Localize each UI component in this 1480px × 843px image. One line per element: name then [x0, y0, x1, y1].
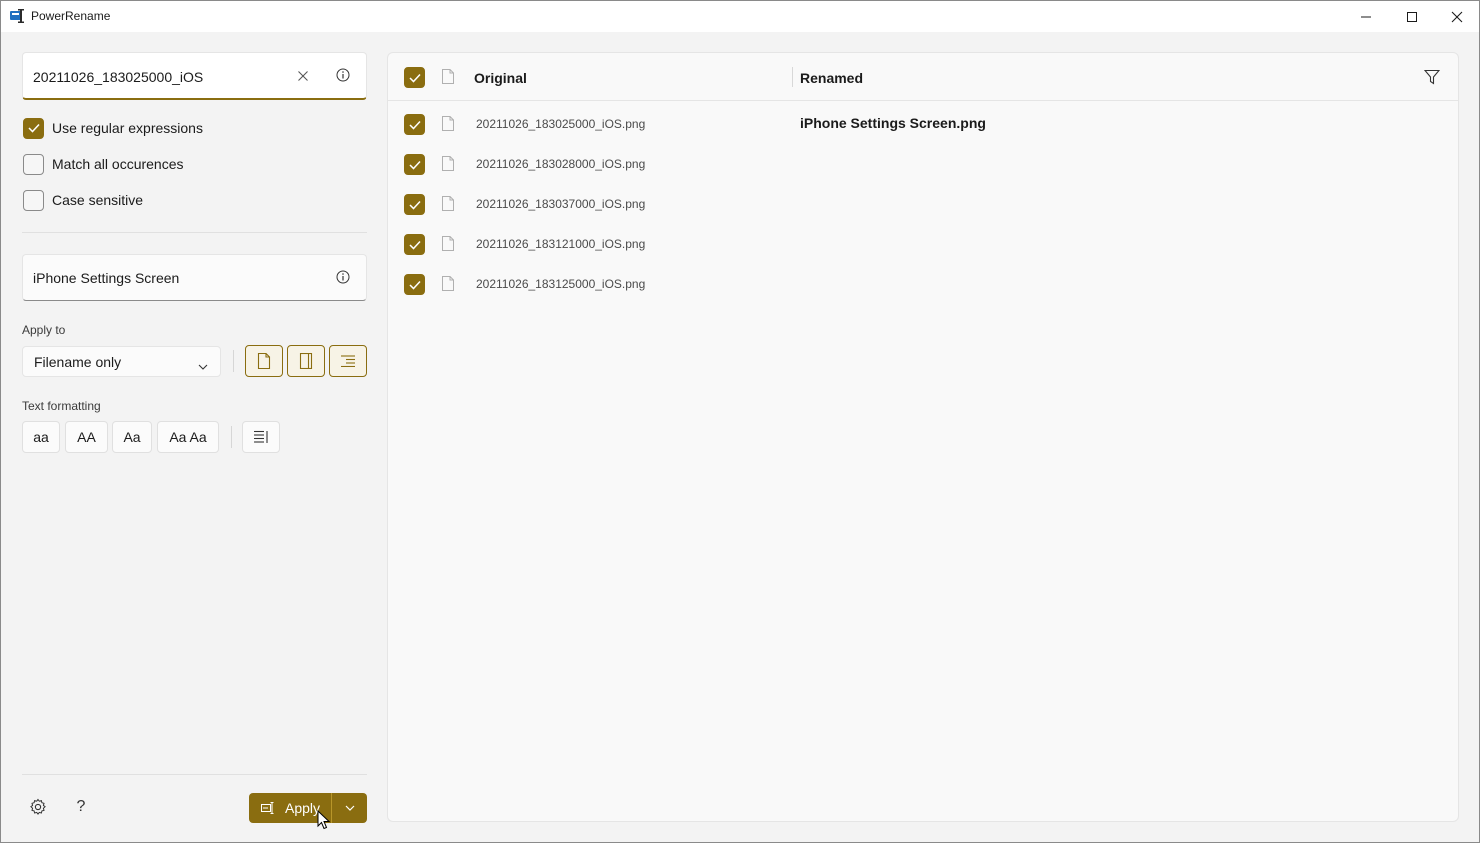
- file-icon: [442, 116, 454, 134]
- capitalize-each-word-button[interactable]: Aa Aa: [157, 421, 219, 453]
- options-divider: [22, 232, 367, 233]
- case-sensitive-label: Case sensitive: [52, 192, 144, 208]
- formatting-separator: [231, 426, 232, 448]
- apply-split-button[interactable]: Apply: [249, 793, 367, 823]
- case-sensitive-option[interactable]: Case sensitive: [23, 189, 143, 211]
- maximize-icon: [1407, 11, 1417, 22]
- replace-input-value[interactable]: iPhone Settings Screen: [33, 270, 179, 286]
- search-info-button[interactable]: [333, 65, 353, 85]
- file-icon: [442, 69, 454, 87]
- file-icon: [257, 353, 271, 369]
- file-icon: [442, 276, 454, 294]
- include-files-toggle[interactable]: [245, 345, 283, 377]
- original-filename: 20211026_183025000_iOS.png: [476, 117, 646, 131]
- table-row[interactable]: 20211026_183025000_iOS.png iPhone Settin…: [388, 104, 1458, 144]
- file-icon: [442, 156, 454, 174]
- info-icon: [336, 68, 350, 82]
- rename-icon: [261, 802, 274, 814]
- search-input[interactable]: 20211026_183025000_iOS: [22, 52, 367, 100]
- gear-icon: [30, 798, 46, 815]
- footer-divider: [22, 774, 367, 775]
- powerrename-app-icon: [10, 9, 26, 23]
- match-all-checkbox[interactable]: [23, 153, 44, 175]
- minimize-button[interactable]: [1343, 1, 1389, 32]
- filter-button[interactable]: [1423, 69, 1441, 88]
- use-regex-option[interactable]: Use regular expressions: [23, 117, 203, 139]
- close-icon: [1451, 11, 1463, 22]
- include-folders-toggle[interactable]: [287, 345, 325, 377]
- original-filename: 20211026_183037000_iOS.png: [476, 197, 646, 211]
- checkmark-icon: [408, 200, 421, 210]
- original-filename: 20211026_183028000_iOS.png: [476, 157, 646, 171]
- use-regex-checkbox[interactable]: [23, 117, 44, 139]
- apply-to-dropdown[interactable]: Filename only: [22, 346, 221, 377]
- table-row[interactable]: 20211026_183028000_iOS.png: [388, 144, 1458, 184]
- help-button[interactable]: ?: [69, 795, 93, 819]
- match-all-label: Match all occurences: [52, 156, 184, 172]
- apply-options-dropdown[interactable]: [332, 793, 367, 823]
- title-bar: PowerRename: [1, 1, 1479, 32]
- minimize-icon: [1361, 16, 1371, 17]
- checkmark-icon: [408, 160, 421, 170]
- original-filename: 20211026_183125000_iOS.png: [476, 277, 646, 291]
- file-list-header: Original Renamed: [388, 53, 1458, 101]
- chevron-down-icon: [198, 357, 208, 373]
- table-row[interactable]: 20211026_183121000_iOS.png: [388, 224, 1458, 264]
- replace-input[interactable]: iPhone Settings Screen: [22, 254, 367, 301]
- info-icon: [336, 270, 350, 284]
- checkmark-icon: [408, 280, 421, 290]
- apply-to-separator: [233, 350, 234, 372]
- replace-info-button[interactable]: [333, 267, 353, 287]
- row-checkbox[interactable]: [404, 234, 425, 255]
- clear-search-button[interactable]: [293, 66, 313, 86]
- column-separator[interactable]: [792, 67, 793, 87]
- text-formatting-label: Text formatting: [22, 399, 101, 413]
- uppercase-button[interactable]: AA: [65, 421, 108, 453]
- filter-icon: [1423, 69, 1441, 85]
- search-input-value[interactable]: 20211026_183025000_iOS: [33, 69, 203, 85]
- clear-icon: [298, 71, 308, 81]
- help-icon: ?: [76, 798, 86, 815]
- original-column-header[interactable]: Original: [474, 70, 527, 86]
- file-icon: [442, 196, 454, 214]
- table-row[interactable]: 20211026_183125000_iOS.png: [388, 264, 1458, 304]
- checkmark-icon: [408, 120, 421, 130]
- window-title: PowerRename: [31, 9, 111, 23]
- row-checkbox[interactable]: [404, 114, 425, 135]
- numbered-list-icon: [254, 430, 268, 443]
- apply-to-selected: Filename only: [34, 354, 122, 370]
- file-icon: [442, 236, 454, 254]
- powerrename-window: PowerRename 20211026_183025000_iOS Use r…: [0, 0, 1480, 843]
- select-all-checkbox[interactable]: [404, 67, 425, 88]
- lowercase-button[interactable]: aa: [22, 421, 60, 453]
- checkmark-icon: [408, 73, 421, 83]
- apply-button-label: Apply: [285, 800, 321, 816]
- include-subfolders-toggle[interactable]: [329, 345, 367, 377]
- maximize-button[interactable]: [1389, 1, 1435, 32]
- chevron-down-icon: [345, 805, 354, 811]
- checkmark-icon: [408, 240, 421, 250]
- match-all-option[interactable]: Match all occurences: [23, 153, 184, 175]
- use-regex-label: Use regular expressions: [52, 120, 203, 136]
- row-checkbox[interactable]: [404, 154, 425, 175]
- case-sensitive-checkbox[interactable]: [23, 189, 44, 211]
- titlecase-button[interactable]: Aa: [112, 421, 152, 453]
- file-list: Original Renamed 20211026_183025000_iOS.…: [387, 52, 1459, 822]
- original-filename: 20211026_183121000_iOS.png: [476, 237, 646, 251]
- subfolders-icon: [341, 355, 355, 367]
- mouse-cursor-icon: [317, 810, 331, 830]
- row-checkbox[interactable]: [404, 274, 425, 295]
- close-window-button[interactable]: [1434, 1, 1479, 32]
- table-row[interactable]: 20211026_183037000_iOS.png: [388, 184, 1458, 224]
- enumerate-items-button[interactable]: [242, 421, 280, 453]
- row-checkbox[interactable]: [404, 194, 425, 215]
- apply-to-label: Apply to: [22, 323, 66, 337]
- folder-icon: [299, 353, 313, 369]
- renamed-column-header[interactable]: Renamed: [800, 70, 863, 86]
- settings-button[interactable]: [26, 795, 50, 819]
- checkmark-icon: [27, 123, 40, 133]
- renamed-filename: iPhone Settings Screen.png: [800, 115, 986, 131]
